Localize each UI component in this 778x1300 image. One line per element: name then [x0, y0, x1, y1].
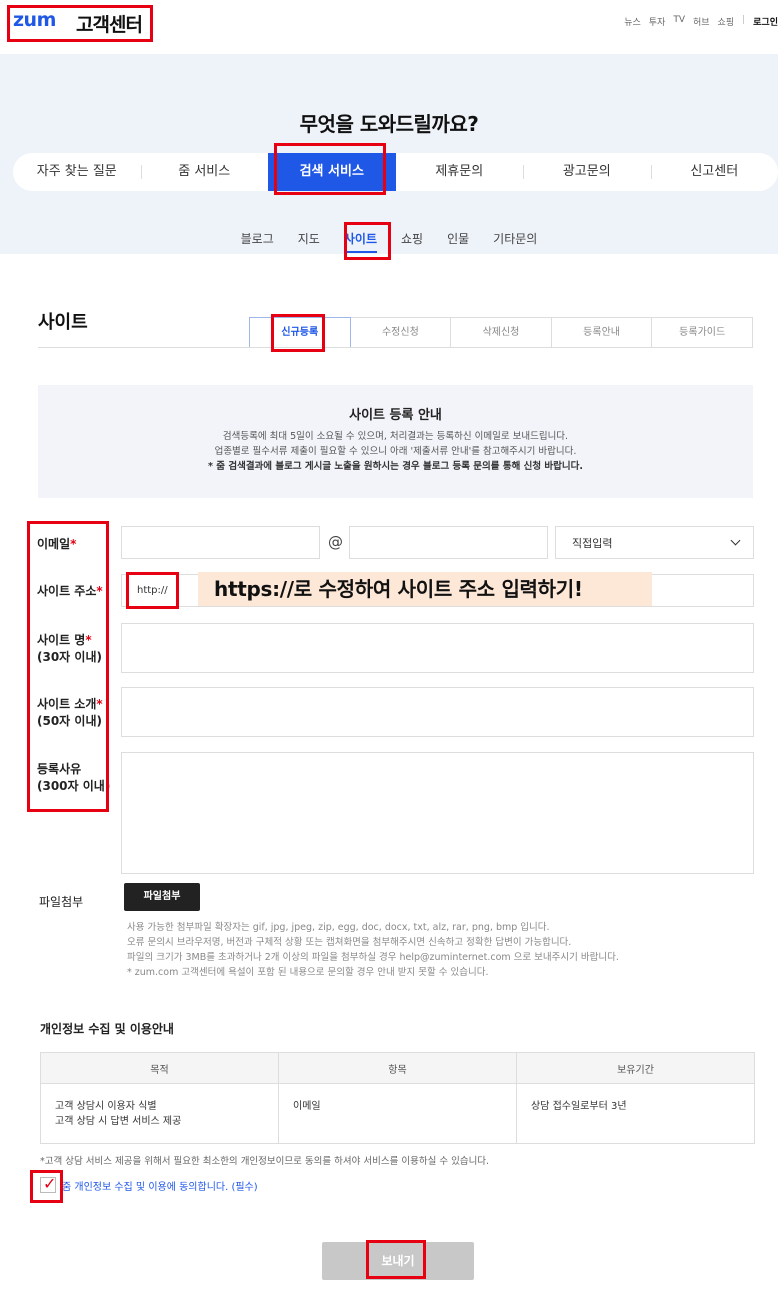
email-label: 이메일* [37, 537, 77, 551]
tab-new-registration[interactable]: 신규등록 [249, 317, 351, 348]
hero-section: 무엇을 도와드릴까요? 자주 찾는 질문 줌 서비스 검색 서비스 제휴문의 광… [0, 54, 778, 254]
chevron-down-icon [730, 535, 741, 546]
registration-tabs: 신규등록 수정신청 삭제신청 등록안내 등록가이드 [249, 317, 753, 348]
attach-label: 파일첨부 [39, 895, 84, 909]
attach-note-line: 파일의 크기가 3MB를 초과하거나 2개 이상의 파일을 첨부하실 경우 he… [127, 952, 619, 963]
subtab-blog[interactable]: 블로그 [241, 230, 274, 253]
tab-report-center[interactable]: 신고센터 [650, 153, 778, 191]
login-link[interactable]: 로그인 [753, 15, 778, 28]
site-intro-label: 사이트 소개* (50자 이내) [37, 697, 103, 728]
email-domain-input[interactable] [349, 526, 548, 559]
privacy-note: *고객 상담 서비스 제공을 위해서 필요한 최소한의 개인정보이므로 동의를 … [40, 1156, 490, 1167]
page-title: 무엇을 도와드릴까요? [299, 112, 479, 136]
topnav-divider: | [742, 15, 746, 25]
agree-label[interactable]: 줌 개인정보 수집 및 이용에 동의합니다. (필수) [62, 1178, 258, 1193]
domain-select-value: 직접입력 [572, 536, 613, 550]
registration-notice: 사이트 등록 안내 검색등록에 최대 5일이 소요될 수 있으며, 처리결과는 … [38, 385, 753, 498]
reason-textarea[interactable] [121, 752, 754, 874]
subtab-person[interactable]: 인물 [447, 230, 469, 253]
attach-note-line: 사용 가능한 첨부파일 확장자는 gif, jpg, jpeg, zip, eg… [127, 922, 550, 933]
topnav-shopping[interactable]: 쇼핑 [718, 15, 735, 28]
tab-modify-request[interactable]: 수정신청 [350, 317, 452, 348]
tab-advertising[interactable]: 광고문의 [523, 153, 651, 191]
at-sign: @ [328, 533, 343, 551]
privacy-purpose-cell: 고객 상담시 이용자 식별 고객 상담 시 답변 서비스 제공 [40, 1083, 279, 1144]
site-url-label: 사이트 주소* [37, 584, 103, 598]
main-category-tabs: 자주 찾는 질문 줌 서비스 검색 서비스 제휴문의 광고문의 신고센터 [13, 153, 778, 191]
email-id-input[interactable] [121, 526, 320, 559]
tab-zum-service[interactable]: 줌 서비스 [140, 153, 269, 191]
notice-title: 사이트 등록 안내 [349, 408, 442, 423]
privacy-period-cell: 상담 접수일로부터 3년 [516, 1083, 755, 1144]
privacy-header-item: 항목 [278, 1052, 517, 1084]
reason-label: 등록사유 (300자 이내) [37, 762, 111, 793]
notice-line: 검색등록에 최대 5일이 소요될 수 있으며, 처리결과는 등록하신 이메일로 … [222, 431, 569, 442]
privacy-table: 목적 항목 보유기간 고객 상담시 이용자 식별 고객 상담 시 답변 서비스 … [40, 1052, 755, 1144]
check-icon: ✓ [43, 1174, 57, 1193]
subtab-site[interactable]: 사이트 [343, 230, 377, 253]
tab-partnership[interactable]: 제휴문의 [396, 153, 524, 191]
topnav-news[interactable]: 뉴스 [624, 15, 641, 28]
privacy-title: 개인정보 수집 및 이용안내 [40, 1022, 174, 1036]
top-bar: zum 고객센터 뉴스 투자 TV 허브 쇼핑 | 로그인 [0, 0, 778, 54]
section-divider [38, 347, 753, 348]
topnav-invest[interactable]: 투자 [649, 15, 666, 28]
notice-line: * 줌 검색결과에 블로그 게시글 노출을 원하시는 경우 블로그 등록 문의를… [208, 461, 583, 472]
section-title: 사이트 [38, 312, 88, 333]
site-name-input[interactable] [121, 623, 754, 673]
tab-faq[interactable]: 자주 찾는 질문 [13, 153, 141, 191]
send-button[interactable]: 보내기 [322, 1242, 474, 1280]
email-domain-select[interactable]: 직접입력 [555, 526, 754, 559]
attach-notes: 사용 가능한 첨부파일 확장자는 gif, jpg, jpeg, zip, eg… [127, 920, 619, 980]
subtab-other[interactable]: 기타문의 [493, 230, 537, 253]
privacy-header-purpose: 목적 [40, 1052, 279, 1084]
subtab-shopping[interactable]: 쇼핑 [401, 230, 423, 253]
subtab-map[interactable]: 지도 [298, 230, 320, 253]
site-intro-input[interactable] [121, 687, 754, 737]
attach-note-line: 오류 문의시 브라우저명, 버전과 구체적 상황 또는 캡쳐화면을 첨부해주시면… [127, 937, 572, 948]
tab-registration-guide[interactable]: 등록가이드 [652, 317, 753, 348]
tab-registration-info[interactable]: 등록안내 [551, 317, 653, 348]
site-name-label: 사이트 명* (30자 이내) [37, 633, 102, 664]
top-nav: 뉴스 투자 TV 허브 쇼핑 | 로그인 [624, 15, 778, 28]
customer-center-title[interactable]: 고객센터 [76, 10, 143, 37]
zum-logo[interactable]: zum [13, 9, 56, 31]
privacy-header-period: 보유기간 [516, 1052, 755, 1084]
notice-line: 업종별로 필수서류 제출이 필요할 수 있으니 아래 '제출서류 안내'를 참고… [214, 446, 577, 457]
attach-note-line: * zum.com 고객센터에 욕설이 포함 된 내용으로 문의할 경우 안내 … [127, 967, 489, 978]
privacy-agree-row[interactable]: ✓ 줌 개인정보 수집 및 이용에 동의합니다. (필수) [40, 1174, 258, 1193]
attach-file-button[interactable]: 파일첨부 [124, 883, 200, 911]
topnav-hub[interactable]: 허브 [693, 15, 710, 28]
tab-search-service[interactable]: 검색 서비스 [268, 153, 396, 191]
topnav-tv[interactable]: TV [673, 15, 685, 28]
site-url-value: http:// [137, 585, 168, 596]
agree-checkbox[interactable]: ✓ [40, 1174, 57, 1193]
sub-category-tabs: 블로그 지도 사이트 쇼핑 인물 기타문의 [0, 230, 778, 253]
table-row: 고객 상담시 이용자 식별 고객 상담 시 답변 서비스 제공 이메일 상담 접… [40, 1083, 755, 1144]
annotation-note: https://로 수정하여 사이트 주소 입력하기! [198, 572, 652, 606]
privacy-item-cell: 이메일 [278, 1083, 517, 1144]
tab-delete-request[interactable]: 삭제신청 [451, 317, 552, 348]
